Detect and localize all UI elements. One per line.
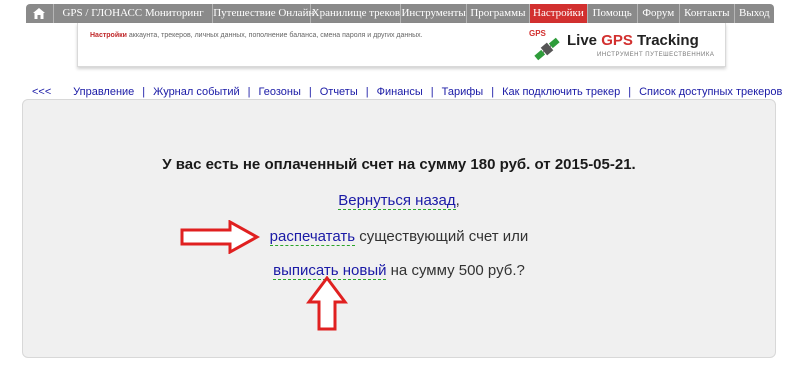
subnav-event-log[interactable]: Журнал событий — [153, 86, 239, 98]
right-arrow-annotation — [180, 220, 260, 254]
nav-travel-online[interactable]: Путешествие Онлайн — [213, 4, 314, 23]
unpaid-invoice-message: У вас есть не оплаченный счет на сумму 1… — [162, 156, 636, 173]
print-line: распечатать существующий счет или — [23, 228, 775, 246]
home-button[interactable] — [26, 4, 54, 23]
header-banner: Настройки аккаунта, трекеров, личных дан… — [77, 23, 726, 67]
subnav-back-link[interactable]: <<< — [32, 86, 51, 98]
subnav-tariffs[interactable]: Тарифы — [442, 86, 484, 98]
nav-contacts[interactable]: Контакты — [680, 4, 735, 23]
logo-subtitle: ИНСТРУМЕНТ ПУТЕШЕСТВЕННИКА — [597, 52, 715, 58]
subnav-separator: | — [247, 86, 251, 98]
subnav-how-to-connect[interactable]: Как подключить трекер — [502, 86, 620, 98]
section-description-text: аккаунта, трекеров, личных данных, попол… — [128, 32, 423, 39]
subnav-separator: | — [365, 86, 369, 98]
nav-gps-monitoring[interactable]: GPS / ГЛОНАСС Мониторинг — [54, 4, 214, 23]
section-description: Настройки аккаунта, трекеров, личных дан… — [90, 32, 423, 39]
print-suffix: существующий счет или — [355, 228, 529, 245]
subnav-management[interactable]: Управление — [73, 86, 134, 98]
up-arrow-annotation — [306, 276, 348, 331]
go-back-link[interactable]: Вернуться назад — [338, 192, 456, 210]
subnav-separator: | — [628, 86, 632, 98]
nav-tools[interactable]: Инструменты — [401, 4, 467, 23]
nav-logout[interactable]: Выход — [735, 4, 774, 23]
back-suffix: , — [455, 192, 460, 209]
new-invoice-suffix: на сумму 500 руб.? — [386, 262, 525, 279]
top-navigation: GPS / ГЛОНАСС Мониторинг Путешествие Онл… — [26, 4, 774, 23]
subnav-reports[interactable]: Отчеты — [320, 86, 358, 98]
nav-settings[interactable]: Настройки — [530, 4, 588, 23]
section-name: Настройки — [90, 32, 127, 39]
subnav-separator: | — [491, 86, 495, 98]
logo-badge: GPS — [529, 29, 547, 38]
nav-forum[interactable]: Форум — [638, 4, 680, 23]
nav-track-storage[interactable]: Хранилище треков — [311, 4, 402, 23]
subnav-geofences[interactable]: Геозоны — [259, 86, 301, 98]
invoice-panel: У вас есть не оплаченный счет на сумму 1… — [22, 99, 776, 358]
back-line: Вернуться назад, — [23, 192, 775, 210]
satellite-icon: GPS — [529, 29, 560, 61]
subnav-tracker-list[interactable]: Список доступных трекеров — [639, 86, 782, 98]
home-icon — [33, 8, 46, 19]
nav-help[interactable]: Помощь — [588, 4, 638, 23]
subnav-separator: | — [430, 86, 434, 98]
new-invoice-line: выписать новый на сумму 500 руб.? — [23, 262, 775, 280]
sub-navigation: <<< | Управление | Журнал событий | Геоз… — [32, 86, 782, 98]
subnav-separator: | — [308, 86, 312, 98]
subnav-separator: | — [142, 86, 146, 98]
site-logo[interactable]: GPS Live GPS Tracking ИНСТРУМЕНТ ПУТЕШЕС… — [525, 25, 725, 63]
subnav-finances[interactable]: Финансы — [377, 86, 423, 98]
print-invoice-link[interactable]: распечатать — [269, 228, 356, 246]
logo-title: Live GPS Tracking — [567, 32, 699, 49]
nav-programs[interactable]: Программы — [467, 4, 531, 23]
